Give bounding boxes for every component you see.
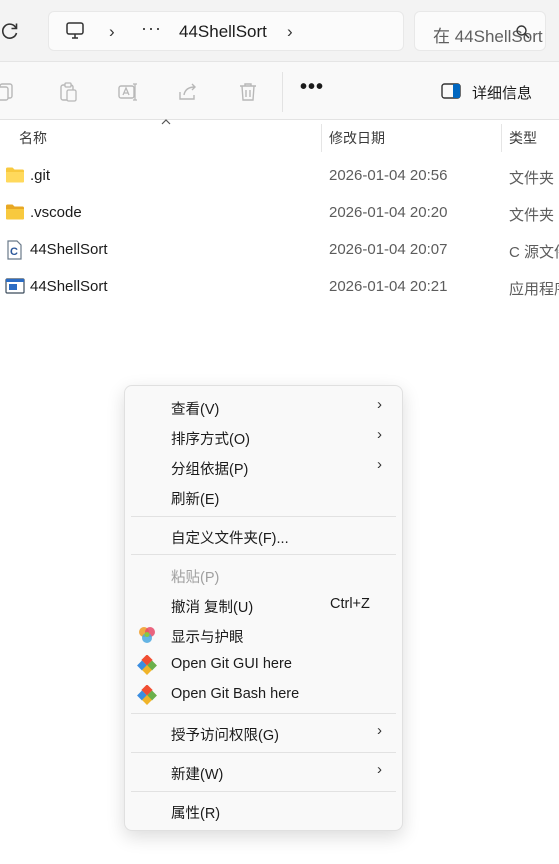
menu-item-git-bash[interactable]: Open Git Bash here — [129, 680, 398, 710]
menu-item-label: 授予访问权限(G) — [171, 728, 279, 744]
column-header-modified[interactable]: 修改日期 — [329, 128, 385, 148]
file-modified: 2026-01-04 20:21 — [329, 278, 448, 295]
column-header-name[interactable]: 名称 — [19, 128, 47, 148]
svg-text:C: C — [10, 246, 18, 258]
menu-item-sort-by[interactable]: 排序方式(O) › — [129, 422, 398, 452]
menu-item-group-by[interactable]: 分组依据(P) › — [129, 452, 398, 482]
menu-item-label: 粘贴(P) — [171, 570, 220, 586]
title-bar: › ··· 44ShellSort › 在 44ShellSort 中搜索 — [0, 0, 559, 62]
search-icon — [516, 25, 530, 39]
menu-item-label: 排序方式(O) — [171, 432, 250, 448]
git-gui-icon — [137, 655, 157, 675]
application-icon — [5, 278, 25, 294]
file-modified: 2026-01-04 20:07 — [329, 241, 448, 258]
menu-item-refresh[interactable]: 刷新(E) — [129, 482, 398, 512]
menu-item-label: 显示与护眼 — [171, 630, 244, 646]
menu-item-new[interactable]: 新建(W) › — [129, 757, 398, 787]
menu-item-label: 查看(V) — [171, 402, 220, 418]
file-row[interactable]: .git 2026-01-04 20:56 文件夹 — [0, 158, 559, 195]
column-divider[interactable] — [321, 124, 322, 152]
file-type: 文件夹 — [509, 207, 555, 224]
menu-separator — [131, 554, 396, 555]
more-options-button[interactable]: ••• — [300, 76, 324, 99]
menu-item-label: 新建(W) — [171, 767, 224, 783]
menu-item-label: Open Git GUI here — [171, 656, 292, 672]
chevron-right-icon: › — [377, 396, 382, 413]
git-bash-icon — [137, 685, 157, 705]
file-row[interactable]: C 44ShellSort 2026-01-04 20:07 C 源文件 — [0, 232, 559, 269]
menu-item-label: 属性(R) — [171, 806, 221, 822]
details-pane-label: 详细信息 — [472, 85, 533, 102]
search-box[interactable]: 在 44ShellSort 中搜索 — [414, 11, 546, 51]
file-name: .vscode — [30, 204, 82, 221]
menu-item-label: 撤消 复制(U) — [171, 600, 254, 616]
column-divider[interactable] — [501, 124, 502, 152]
menu-item-label: 自定义文件夹(F)... — [171, 531, 289, 547]
share-icon[interactable] — [177, 81, 199, 103]
menu-item-display-protect[interactable]: 显示与护眼 — [129, 620, 398, 650]
color-palette-icon — [139, 627, 155, 643]
file-row[interactable]: 44ShellSort 2026-01-04 20:21 应用程序 — [0, 269, 559, 306]
breadcrumb-chevron[interactable]: › — [287, 22, 293, 42]
menu-item-label: 分组依据(P) — [171, 462, 249, 478]
menu-separator — [131, 752, 396, 753]
chevron-right-icon: › — [377, 456, 382, 473]
menu-item-label: 刷新(E) — [171, 492, 220, 508]
details-pane-icon — [441, 83, 461, 99]
refresh-icon[interactable] — [0, 19, 22, 43]
breadcrumb-overflow[interactable]: ··· — [141, 18, 162, 39]
this-pc-icon[interactable] — [65, 21, 85, 41]
c-source-file-icon: C — [7, 240, 22, 260]
address-bar[interactable]: › ··· 44ShellSort › — [48, 11, 404, 51]
file-type: C 源文件 — [509, 244, 559, 261]
file-row[interactable]: .vscode 2026-01-04 20:20 文件夹 — [0, 195, 559, 232]
breadcrumb-current-folder[interactable]: 44ShellSort — [179, 22, 267, 42]
chevron-right-icon: › — [377, 722, 382, 739]
column-header-type[interactable]: 类型 — [509, 128, 537, 148]
column-header-row: 名称 修改日期 类型 — [0, 119, 559, 154]
menu-item-view[interactable]: 查看(V) › — [129, 392, 398, 422]
menu-item-git-gui[interactable]: Open Git GUI here — [129, 650, 398, 680]
copy-icon[interactable] — [0, 81, 16, 103]
file-type: 应用程序 — [509, 281, 559, 298]
folder-icon — [6, 167, 24, 183]
menu-item-grant-access[interactable]: 授予访问权限(G) › — [129, 718, 398, 748]
file-name: 44ShellSort — [30, 278, 108, 295]
menu-item-properties[interactable]: 属性(R) — [129, 796, 398, 826]
file-name: 44ShellSort — [30, 241, 108, 258]
menu-separator — [131, 516, 396, 517]
menu-item-paste: 粘贴(P) — [129, 560, 398, 590]
toolbar-divider — [282, 72, 283, 112]
chevron-right-icon: › — [377, 761, 382, 778]
chevron-right-icon: › — [377, 426, 382, 443]
breadcrumb-chevron[interactable]: › — [109, 22, 115, 42]
sort-ascending-icon — [161, 119, 171, 125]
folder-icon — [6, 204, 24, 220]
file-name: .git — [30, 167, 51, 184]
menu-item-customize-folder[interactable]: 自定义文件夹(F)... — [129, 521, 398, 551]
file-type: 文件夹 — [509, 170, 555, 187]
paste-icon[interactable] — [57, 81, 79, 103]
rename-icon[interactable] — [117, 81, 139, 103]
file-modified: 2026-01-04 20:20 — [329, 204, 448, 221]
menu-separator — [131, 713, 396, 714]
file-modified: 2026-01-04 20:56 — [329, 167, 448, 184]
command-bar: ••• 详细信息 — [0, 62, 559, 120]
shortcut-label: Ctrl+Z — [330, 596, 370, 612]
menu-separator — [131, 791, 396, 792]
delete-icon[interactable] — [237, 81, 259, 103]
menu-item-undo-copy[interactable]: 撤消 复制(U) Ctrl+Z — [129, 590, 398, 620]
menu-item-label: Open Git Bash here — [171, 686, 300, 702]
context-menu: 查看(V) › 排序方式(O) › 分组依据(P) › 刷新(E) 自定义文件夹… — [124, 385, 403, 831]
